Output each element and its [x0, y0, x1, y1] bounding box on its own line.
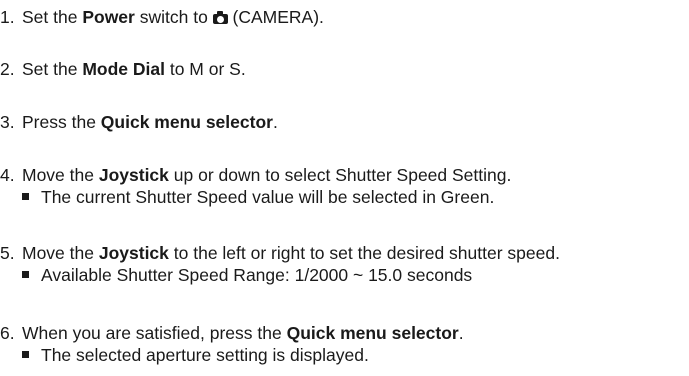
step-1-line: 1. Set the Power switch to (CAMERA).: [0, 6, 324, 28]
step-1: 1. Set the Power switch to (CAMERA).: [0, 6, 324, 28]
step-text: .: [272, 112, 278, 132]
step-text: .: [458, 323, 464, 343]
step-keyword: Quick menu selector: [286, 323, 459, 343]
note-text: The current Shutter Speed value will be …: [41, 187, 495, 207]
note-text: The selected aperture setting is display…: [41, 345, 369, 365]
step-keyword: Joystick: [98, 243, 169, 263]
step-5-line: 5. Move the Joystick to the left or right…: [0, 242, 560, 264]
step-6: 6. When you are satisfied, press the Quic…: [0, 322, 464, 366]
step-keyword: Mode Dial: [82, 59, 165, 79]
step-text: Set the: [22, 59, 83, 79]
step-6-line: 6. When you are satisfied, press the Quic…: [0, 322, 464, 344]
step-4: 4. Move the Joystick up or down to select…: [0, 164, 511, 208]
step-text: Move the: [22, 243, 99, 263]
bullet-square-icon: [22, 351, 29, 358]
step-text: to the left or right to set the desired …: [168, 243, 560, 263]
step-3: 3. Press the Quick menu selector.: [0, 111, 278, 133]
step-keyword: Power: [82, 7, 135, 27]
step-text: switch to: [134, 7, 213, 27]
step-2: 2. Set the Mode Dial to M or S.: [0, 58, 246, 80]
step-number: 3.: [0, 112, 15, 132]
step-text: up or down to select Shutter Speed Setti…: [168, 165, 512, 185]
step-4-line: 4. Move the Joystick up or down to select…: [0, 164, 511, 186]
step-text: When you are satisfied, press the: [22, 323, 287, 343]
step-number: 1.: [0, 7, 15, 27]
step-keyword: Joystick: [98, 165, 169, 185]
step-text: Move the: [22, 165, 99, 185]
step-4-note: The current Shutter Speed value will be …: [0, 186, 511, 208]
bullet-square-icon: [22, 271, 29, 278]
step-text: Set the: [22, 7, 83, 27]
step-number: 6.: [0, 323, 15, 343]
bullet-square-icon: [22, 193, 29, 200]
step-keyword: Quick menu selector: [100, 112, 273, 132]
step-number: 4.: [0, 165, 15, 185]
step-number: 2.: [0, 59, 15, 79]
step-text: to M or S.: [164, 59, 246, 79]
step-3-line: 3. Press the Quick menu selector.: [0, 111, 278, 133]
step-6-note: The selected aperture setting is display…: [0, 344, 464, 366]
step-text: Press the: [22, 112, 101, 132]
note-text: Available Shutter Speed Range: 1/2000 ~ …: [41, 265, 473, 285]
step-number: 5.: [0, 243, 15, 263]
step-5-note: Available Shutter Speed Range: 1/2000 ~ …: [0, 264, 560, 286]
step-2-line: 2. Set the Mode Dial to M or S.: [0, 58, 246, 80]
camera-icon: [212, 11, 228, 24]
step-text: (CAMERA).: [227, 7, 324, 27]
step-5: 5. Move the Joystick to the left or right…: [0, 242, 560, 286]
